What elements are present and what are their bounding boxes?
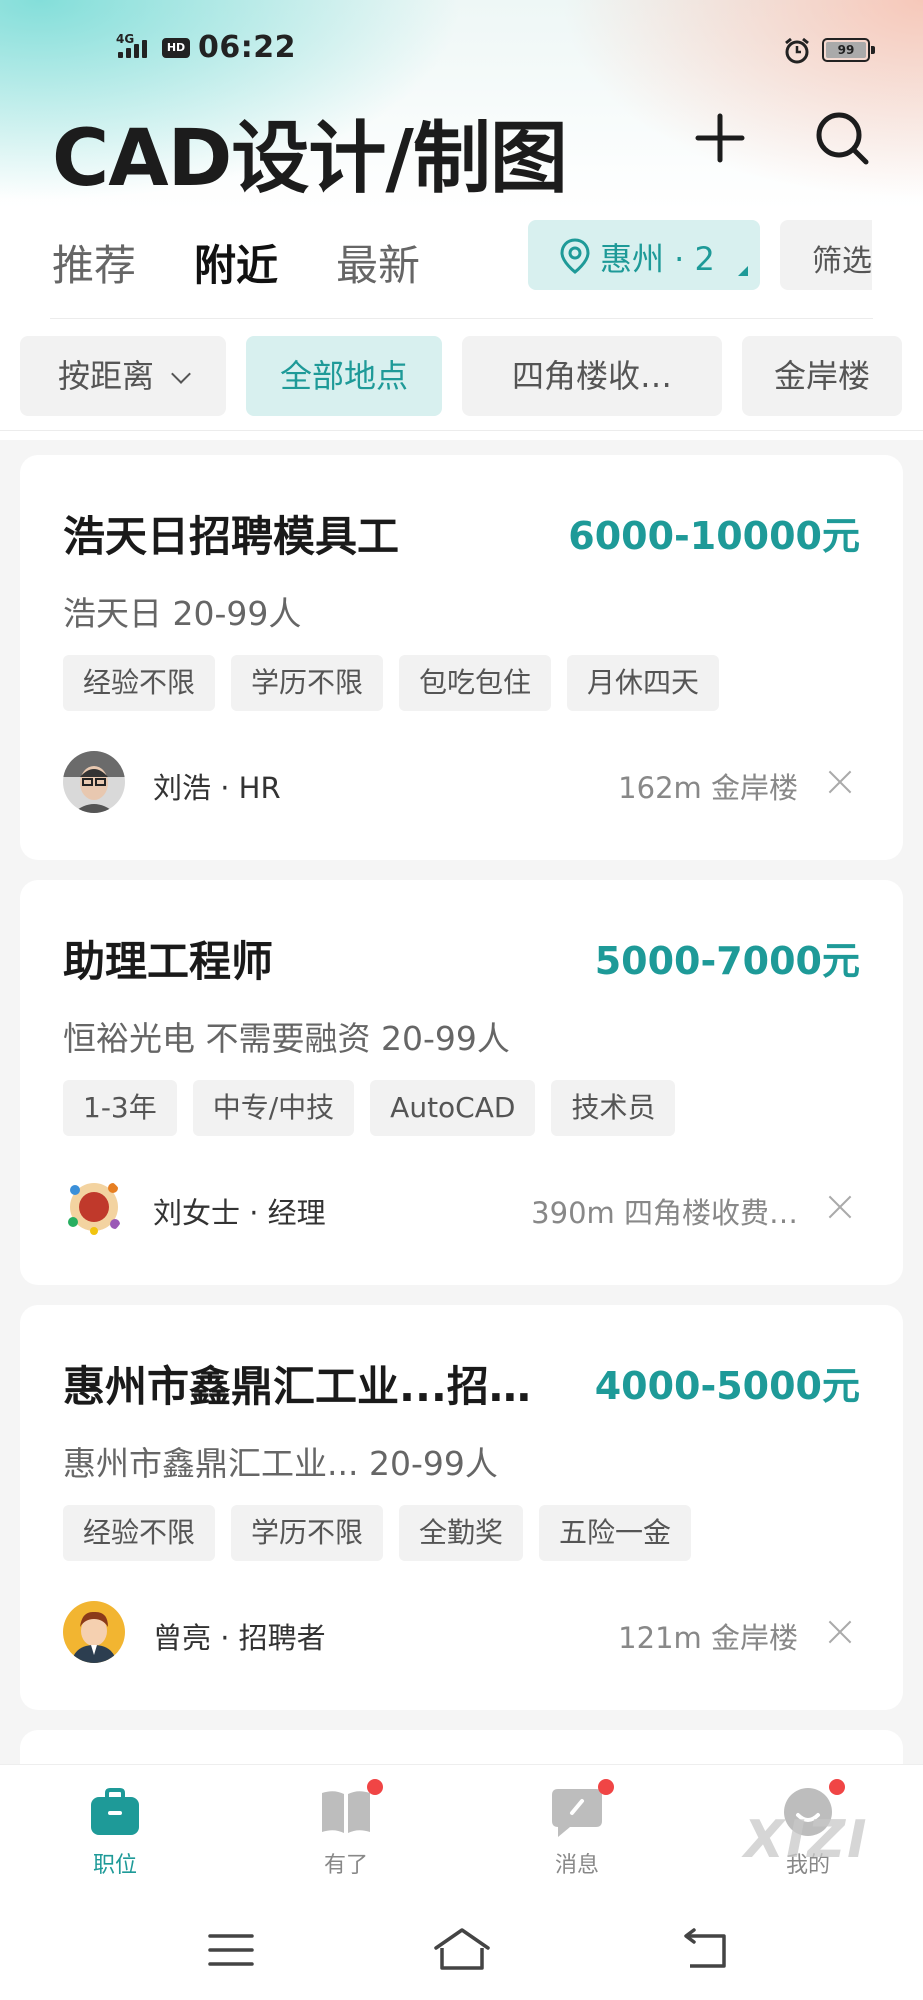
recruiter-info: 曾亮 · 招聘者 — [153, 1621, 326, 1655]
job-title: 惠州市鑫鼎汇工业...招… — [63, 1362, 531, 1411]
job-tag: 五险一金 — [539, 1505, 692, 1561]
job-title: 助理工程师 — [63, 937, 274, 986]
job-tag: 中专/中技 — [192, 1080, 355, 1136]
job-tags: 经验不限 学历不限 全勤奖 五险一金 — [63, 1505, 692, 1561]
book-icon — [319, 1779, 383, 1839]
back-icon[interactable] — [680, 1928, 730, 1972]
location-pin-icon — [560, 238, 590, 274]
distance-info: 390m 四角楼收费… — [531, 1196, 798, 1230]
nav-label: 消息 — [554, 1853, 599, 1878]
clock: 06:22 — [198, 30, 296, 65]
recruiter-info: 刘女士 · 经理 — [153, 1196, 326, 1230]
chevron-down-icon — [171, 364, 191, 384]
job-tag: 学历不限 — [231, 655, 384, 711]
recruiter-info: 刘浩 · HR — [153, 771, 281, 805]
job-salary: 4000-5000元 — [594, 1364, 860, 1408]
job-card[interactable]: 助理工程师 5000-7000元 恒裕光电 不需要融资 20-99人 1-3年 … — [20, 880, 903, 1285]
job-tag: 经验不限 — [63, 1505, 216, 1561]
tab-nearby[interactable]: 附近 — [194, 232, 278, 293]
notification-badge — [598, 1779, 614, 1795]
chip-location-sijiaolou[interactable]: 四角楼收… — [462, 336, 722, 416]
location-label: 惠州 · 2 — [600, 240, 715, 278]
nav-label: 职位 — [92, 1853, 137, 1878]
nav-youle[interactable]: 有了 — [286, 1779, 406, 1879]
home-icon[interactable] — [432, 1926, 492, 1972]
system-nav-bar — [0, 1904, 923, 2000]
hd-badge: HD — [162, 38, 190, 58]
job-tag: 学历不限 — [231, 1505, 384, 1561]
close-icon[interactable] — [827, 769, 853, 795]
close-icon[interactable] — [827, 1619, 853, 1645]
job-tag: 经验不限 — [63, 655, 216, 711]
tab-recommend[interactable]: 推荐 — [52, 232, 136, 293]
job-tag: 月休四天 — [567, 655, 720, 711]
job-card[interactable]: 惠州市鑫鼎汇工业...招… 4000-5000元 惠州市鑫鼎汇工业... 20-… — [20, 1305, 903, 1710]
company-info: 惠州市鑫鼎汇工业... 20-99人 — [63, 1444, 498, 1483]
add-icon[interactable] — [690, 108, 750, 168]
nav-jobs[interactable]: 职位 — [55, 1785, 175, 1879]
job-salary: 5000-7000元 — [594, 939, 860, 983]
notification-badge — [829, 1779, 845, 1795]
job-title: 浩天日招聘模具工 — [63, 512, 400, 561]
job-tag: 包吃包住 — [399, 655, 552, 711]
search-icon[interactable] — [812, 108, 872, 168]
signal-icon: 4G — [116, 32, 160, 64]
avatar — [63, 751, 125, 813]
network-type: 4G — [116, 32, 135, 46]
job-tags: 经验不限 学历不限 包吃包住 月休四天 — [63, 655, 720, 711]
distance-info: 121m 金岸楼 — [618, 1621, 798, 1655]
tab-latest[interactable]: 最新 — [336, 232, 420, 293]
avatar — [63, 1176, 125, 1238]
menu-icon[interactable] — [208, 1930, 254, 1970]
job-tag: 全勤奖 — [399, 1505, 524, 1561]
job-tag: AutoCAD — [370, 1080, 536, 1136]
avatar — [63, 1601, 125, 1663]
job-salary: 6000-10000元 — [568, 514, 860, 558]
filter-label: 筛选 — [812, 244, 872, 279]
chip-sort-distance[interactable]: 按距离 — [20, 336, 226, 416]
filter-button[interactable]: 筛选 — [780, 220, 872, 290]
alarm-icon — [785, 37, 809, 64]
nav-label: 有了 — [323, 1853, 368, 1878]
chip-label: 按距离 — [57, 357, 154, 395]
job-tags: 1-3年 中专/中技 AutoCAD 技术员 — [63, 1080, 676, 1136]
chat-icon — [550, 1779, 614, 1839]
company-info: 恒裕光电 不需要融资 20-99人 — [63, 1019, 510, 1058]
divider — [0, 430, 923, 431]
job-tag: 技术员 — [551, 1080, 676, 1136]
chip-location-jinanlou[interactable]: 金岸楼 — [742, 336, 902, 416]
status-bar: 4G HD 06:22 99 — [0, 0, 923, 100]
notification-badge — [367, 1779, 383, 1795]
chip-all-locations[interactable]: 全部地点 — [246, 336, 442, 416]
company-info: 浩天日 20-99人 — [63, 594, 302, 633]
nav-messages[interactable]: 消息 — [517, 1779, 637, 1879]
distance-info: 162m 金岸楼 — [618, 771, 798, 805]
divider — [50, 318, 873, 319]
page-title: CAD设计/制图 — [52, 114, 568, 204]
watermark: XIZI — [744, 1810, 869, 1870]
briefcase-icon — [88, 1785, 142, 1839]
battery-level: 99 — [826, 42, 866, 58]
close-icon[interactable] — [827, 1194, 853, 1220]
job-tag: 1-3年 — [63, 1080, 177, 1136]
battery-icon: 99 — [822, 38, 875, 62]
dropdown-corner-icon — [738, 266, 748, 276]
job-card[interactable]: 浩天日招聘模具工 6000-10000元 浩天日 20-99人 经验不限 学历不… — [20, 455, 903, 860]
location-selector[interactable]: 惠州 · 2 — [528, 220, 760, 290]
